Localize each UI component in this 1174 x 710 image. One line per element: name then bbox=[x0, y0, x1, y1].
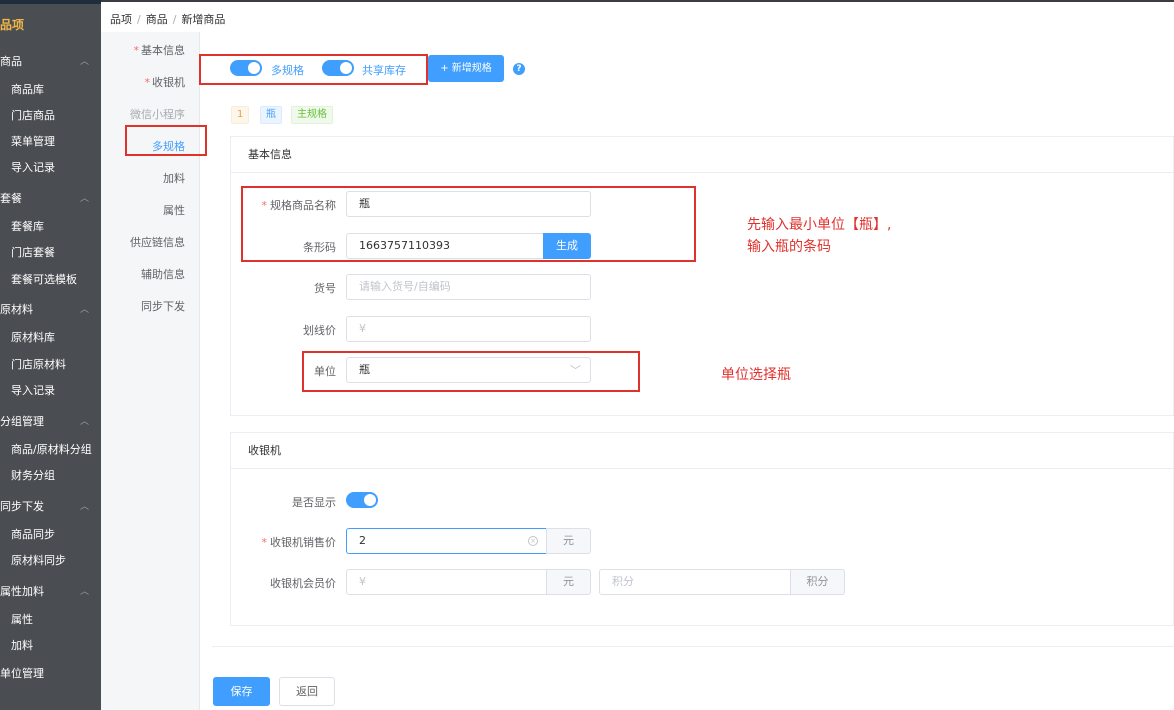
section-basic-info[interactable]: * 基本信息 bbox=[134, 42, 186, 58]
group-label: 原材料 bbox=[0, 303, 33, 316]
sidebar-group-grouping[interactable]: 分组管理 ︿ bbox=[0, 411, 101, 433]
breadcrumb-separator: / bbox=[137, 13, 141, 26]
breadcrumb-separator: / bbox=[172, 13, 177, 26]
member-price-input[interactable]: ¥ bbox=[346, 569, 547, 595]
back-button[interactable]: 返回 bbox=[279, 677, 335, 706]
sidebar-item[interactable]: 套餐库 bbox=[11, 217, 44, 237]
sidebar: 品项 商品 ︿ 商品库 门店商品 菜单管理 导入记录 套餐 ︿ 套餐库 门店套餐 套… bbox=[0, 0, 101, 710]
footer-divider bbox=[212, 646, 1174, 647]
panel-title: 基本信息 bbox=[231, 137, 1173, 173]
panel-title: 收银机 bbox=[231, 433, 1173, 469]
points-unit: 积分 bbox=[790, 569, 845, 595]
help-icon[interactable]: ? bbox=[513, 63, 525, 75]
section-aux-info[interactable]: 辅助信息 bbox=[141, 266, 185, 282]
header-divider bbox=[101, 0, 1174, 2]
points-input[interactable]: 积分 bbox=[599, 569, 791, 595]
sidebar-item[interactable]: 导入记录 bbox=[11, 381, 55, 401]
group-label: 同步下发 bbox=[0, 500, 44, 513]
display-toggle[interactable] bbox=[346, 492, 378, 508]
sidebar-item[interactable]: 门店商品 bbox=[11, 106, 55, 126]
sidebar-item[interactable]: 加料 bbox=[11, 636, 33, 656]
section-cashier[interactable]: * 收银机 bbox=[145, 74, 186, 90]
section-supply-chain[interactable]: 供应链信息 bbox=[130, 234, 185, 250]
cashier-price-label: * 收银机销售价 bbox=[250, 534, 337, 550]
sidebar-item[interactable]: 属性 bbox=[11, 610, 33, 630]
chevron-up-icon: ︿ bbox=[79, 417, 89, 427]
main-spec-tag: 主规格 bbox=[291, 106, 333, 124]
group-label: 商品 bbox=[0, 55, 22, 68]
section-addons[interactable]: 加料 bbox=[163, 170, 185, 186]
chevron-up-icon: ︿ bbox=[79, 587, 89, 597]
cashier-price-input[interactable]: 2 bbox=[346, 528, 547, 554]
group-label: 套餐 bbox=[0, 192, 22, 205]
annotation-box-unit bbox=[302, 351, 640, 392]
annotation-box-name-barcode bbox=[241, 186, 696, 262]
strike-price-input[interactable]: ¥ bbox=[346, 316, 591, 342]
sidebar-item[interactable]: 导入记录 bbox=[11, 158, 55, 178]
section-attributes[interactable]: 属性 bbox=[163, 202, 185, 218]
chevron-up-icon: ︿ bbox=[79, 305, 89, 315]
sku-input[interactable]: 请输入货号/自编码 bbox=[346, 274, 591, 300]
section-label: 基本信息 bbox=[141, 44, 185, 57]
strike-price-label: 划线价 bbox=[303, 324, 336, 337]
sidebar-item[interactable]: 原材料库 bbox=[11, 328, 55, 348]
section-sync[interactable]: 同步下发 bbox=[141, 298, 185, 314]
sidebar-group-sync[interactable]: 同步下发 ︿ bbox=[0, 496, 101, 518]
price-unit: 元 bbox=[546, 528, 591, 554]
sidebar-group-material[interactable]: 原材料 ︿ bbox=[0, 299, 101, 321]
label-text: 收银机销售价 bbox=[270, 536, 336, 549]
save-button[interactable]: 保存 bbox=[213, 677, 270, 706]
group-label: 属性加料 bbox=[0, 585, 44, 598]
sidebar-group-unit[interactable]: 单位管理 bbox=[0, 663, 101, 685]
section-label: 收银机 bbox=[152, 76, 185, 89]
sidebar-item[interactable]: 套餐可选模板 bbox=[11, 270, 77, 290]
member-price-unit: 元 bbox=[546, 569, 591, 595]
sidebar-group-attr[interactable]: 属性加料 ︿ bbox=[0, 581, 101, 603]
sidebar-item[interactable]: 商品同步 bbox=[11, 525, 55, 545]
sidebar-item[interactable]: 门店原材料 bbox=[11, 355, 66, 375]
breadcrumb-item[interactable]: 品项 bbox=[110, 13, 132, 26]
sidebar-group-product[interactable]: 商品 ︿ bbox=[0, 51, 101, 73]
group-label: 单位管理 bbox=[0, 667, 44, 680]
spec-name-tag[interactable]: 瓶 bbox=[260, 106, 282, 124]
sidebar-group-combo[interactable]: 套餐 ︿ bbox=[0, 188, 101, 210]
member-price-label: 收银机会员价 bbox=[270, 577, 336, 590]
chevron-up-icon: ︿ bbox=[79, 57, 89, 67]
section-mini-program[interactable]: 微信小程序 bbox=[130, 106, 185, 122]
group-label: 分组管理 bbox=[0, 415, 44, 428]
sidebar-topbar bbox=[0, 0, 101, 4]
annotation-box-spec-toggles bbox=[199, 54, 428, 85]
sidebar-item[interactable]: 门店套餐 bbox=[11, 243, 55, 263]
sku-label: 货号 bbox=[314, 282, 336, 295]
breadcrumb: 品项 / 商品 / 新增商品 bbox=[110, 11, 225, 27]
required-mark: * bbox=[144, 76, 151, 89]
annotation-text-line2: 输入瓶的条码 bbox=[747, 239, 831, 255]
sidebar-item[interactable]: 商品库 bbox=[11, 80, 44, 100]
annotation-box-multi-spec-menu bbox=[125, 125, 207, 156]
sidebar-item[interactable]: 菜单管理 bbox=[11, 132, 55, 152]
sidebar-title[interactable]: 品项 bbox=[0, 16, 24, 33]
clear-icon[interactable]: × bbox=[528, 536, 538, 546]
required-mark: * bbox=[261, 536, 268, 549]
display-label: 是否显示 bbox=[292, 496, 336, 509]
breadcrumb-current: 新增商品 bbox=[181, 13, 226, 26]
sidebar-item[interactable]: 财务分组 bbox=[11, 466, 55, 486]
add-spec-button[interactable]: + 新增规格 bbox=[428, 55, 504, 82]
required-mark: * bbox=[133, 44, 140, 57]
sidebar-item[interactable]: 商品/原材料分组 bbox=[11, 440, 92, 460]
chevron-up-icon: ︿ bbox=[79, 502, 89, 512]
sidebar-item[interactable]: 原材料同步 bbox=[11, 551, 66, 571]
annotation-text-unit: 单位选择瓶 bbox=[721, 367, 791, 383]
chevron-up-icon: ︿ bbox=[79, 194, 89, 204]
breadcrumb-item[interactable]: 商品 bbox=[146, 13, 168, 26]
annotation-text-line1: 先输入最小单位【瓶】, bbox=[747, 217, 892, 233]
spec-index-tag: 1 bbox=[231, 106, 250, 124]
